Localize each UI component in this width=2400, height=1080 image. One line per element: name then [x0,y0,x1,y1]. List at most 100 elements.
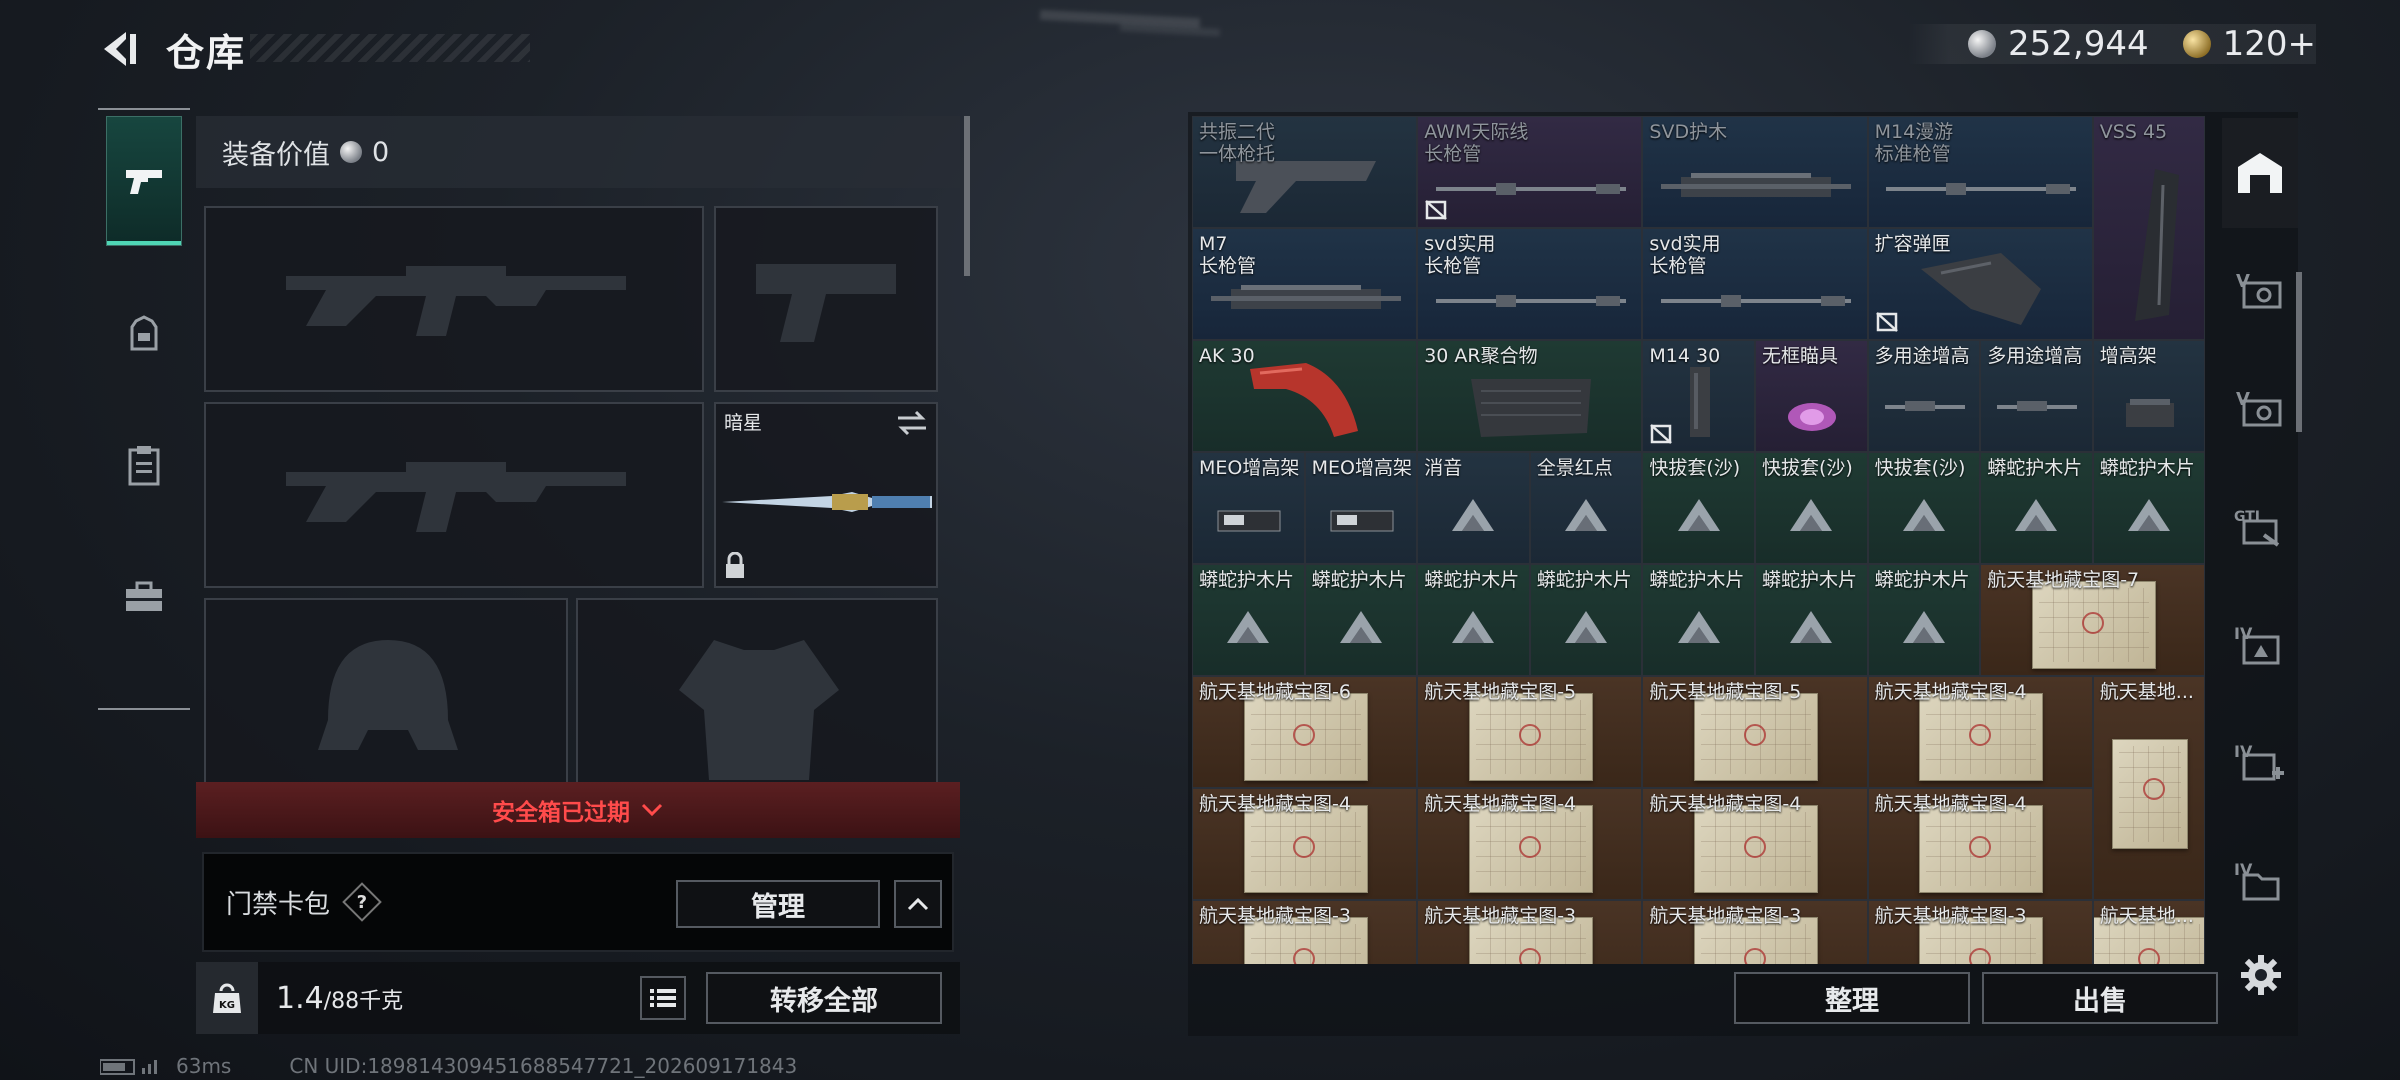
inventory-item[interactable]: 航天基地藏宝图-3 [1417,900,1643,964]
tab-expansion-gti[interactable]: GTI [2222,472,2298,582]
tab-expansion-4[interactable]: IV [2222,590,2298,700]
inventory-item[interactable]: MEO增高架 [1304,452,1418,564]
storage-iv-plus-icon: IV [2234,742,2284,781]
inventory-item[interactable]: 蟒蛇护木片 [1192,564,1305,676]
inventory-item[interactable]: M7 长枪管 [1192,228,1418,340]
inventory-item[interactable]: 30 AR聚合物 [1417,340,1643,452]
item-name: 蟒蛇护木片 [2099,457,2195,479]
placeholder-triangle-icon [1677,498,1720,531]
inventory-item[interactable]: 航天基地... [2092,900,2206,964]
item-name: 航天基地藏宝图-4 [1874,793,2027,815]
inventory-item[interactable]: 航天基地藏宝图-5 [1417,676,1643,788]
item-name: 增高架 [2099,345,2157,367]
inventory-item[interactable]: M14 30 [1642,340,1755,452]
placeholder-triangle-icon [1565,610,1608,643]
category-consumables[interactable] [106,400,182,530]
weight-icon: KG [196,962,258,1034]
transfer-all-button[interactable]: 转移全部 [706,972,942,1024]
inventory-item[interactable]: 多用途增高 [1867,340,1981,452]
inventory-item[interactable]: 航天基地藏宝图-6 [1192,676,1418,788]
manage-button[interactable]: 管理 [676,880,880,928]
inventory-item[interactable]: 航天基地藏宝图-7 [1980,564,2206,676]
inventory-item[interactable]: 航天基地... [2092,676,2206,900]
gold-amount[interactable]: 120+ [2223,24,2316,64]
tab-expansion-5b[interactable]: V [2222,354,2298,464]
inventory-item[interactable]: SVD护木 [1642,116,1868,228]
pistol-slot[interactable] [714,206,938,392]
inventory-item[interactable]: 蟒蛇护木片 [1867,564,1981,676]
inventory-item[interactable]: 航天基地藏宝图-4 [1417,788,1643,900]
inventory-item[interactable]: 多用途增高 [1980,340,2093,452]
inventory-item[interactable]: MEO增高架 [1192,452,1305,564]
inventory-item[interactable]: 消音 [1417,452,1530,564]
collapse-button[interactable] [894,880,942,928]
melee-slot[interactable]: 暗星 [714,402,938,588]
help-icon[interactable]: ? [342,882,382,922]
tab-expansion-4b[interactable]: IV [2222,708,2298,818]
no-sale-icon [1650,424,1673,444]
inventory-item[interactable]: 蟒蛇护木片 [1304,564,1418,676]
placeholder-triangle-icon [1790,498,1833,531]
svg-text:GTI: GTI [2234,509,2260,525]
helmet-slot[interactable] [204,598,568,788]
category-items[interactable] [106,532,182,662]
storage-iv-folder-icon: IV [2234,860,2280,901]
silver-amount: 252,944 [2008,24,2149,64]
riser-icon [1997,401,2078,411]
silver-coin-icon [340,141,362,163]
item-name: 蟒蛇护木片 [1649,569,1745,591]
back-button[interactable] [96,26,142,72]
tab-warehouse-main[interactable] [2222,118,2298,228]
item-name: M14漫游 标准枪管 [1874,121,1954,165]
category-armor[interactable] [106,268,182,398]
treasure-map-image [2112,739,2189,849]
equipment-scrollbar[interactable] [964,116,970,276]
inventory-item[interactable]: 蟒蛇护木片 [1755,564,1868,676]
item-name: 蟒蛇护木片 [1424,569,1520,591]
inventory-item[interactable]: 蟒蛇护木片 [1529,564,1643,676]
ping-value: 63ms [176,1054,232,1078]
inventory-item[interactable]: 蟒蛇护木片 [2092,452,2206,564]
swap-icon[interactable] [896,410,928,436]
inventory-item[interactable]: 航天基地藏宝图-4 [1642,788,1868,900]
equipment-value: 0 [372,136,390,168]
inventory-item[interactable]: 快拔套(沙) [1642,452,1755,564]
list-view-button[interactable] [640,976,686,1020]
inventory-item[interactable]: 航天基地藏宝图-4 [1192,788,1418,900]
inventory-item[interactable]: 蟒蛇护木片 [1417,564,1530,676]
category-weapons[interactable] [106,116,182,246]
inventory-item[interactable]: VSS 45 [2092,116,2206,340]
inventory-item[interactable]: 共振二代 一体枪托 [1192,116,1418,228]
inventory-item[interactable]: AK 30 [1192,340,1418,452]
tab-expansion-5[interactable]: V [2222,236,2298,346]
inventory-item[interactable]: AWM天际线 长枪管 [1417,116,1643,228]
inventory-item[interactable]: 航天基地藏宝图-3 [1192,900,1418,964]
inventory-item[interactable]: 航天基地藏宝图-4 [1867,676,2093,788]
settings-button[interactable] [2236,950,2286,1000]
inventory-item[interactable]: 航天基地藏宝图-3 [1642,900,1868,964]
inventory-item[interactable]: 蟒蛇护木片 [1642,564,1755,676]
sell-button[interactable]: 出售 [1982,972,2218,1024]
inventory-item[interactable]: 快拔套(沙) [1867,452,1981,564]
inventory-item[interactable]: 航天基地藏宝图-4 [1867,788,2093,900]
inventory-item[interactable]: svd实用 长枪管 [1642,228,1868,340]
inventory-item[interactable]: svd实用 长枪管 [1417,228,1643,340]
inventory-item[interactable]: M14漫游 标准枪管 [1867,116,2093,228]
inventory-item[interactable]: 扩容弹匣 [1867,228,2093,340]
inventory-item[interactable]: 快拔套(沙) [1755,452,1868,564]
inventory-item[interactable]: 增高架 [2092,340,2206,452]
lock-icon [726,552,744,578]
tab-expansion-4c[interactable]: IV [2222,826,2298,936]
tidy-button[interactable]: 整理 [1734,972,1970,1024]
safebox-expired-bar[interactable]: 安全箱已过期 [196,782,960,838]
inventory-item[interactable]: 全景红点 [1529,452,1643,564]
no-sale-icon [1875,312,1898,332]
inventory-item[interactable]: 无框瞄具 [1755,340,1868,452]
inventory-item[interactable]: 航天基地藏宝图-5 [1642,676,1868,788]
item-name: 航天基地藏宝图-4 [1649,793,1802,815]
armor-slot[interactable] [576,598,938,788]
inventory-item[interactable]: 航天基地藏宝图-3 [1867,900,2093,964]
inventory-item[interactable]: 蟒蛇护木片 [1980,452,2093,564]
primary-weapon-slot[interactable] [204,206,704,392]
secondary-weapon-slot[interactable] [204,402,704,588]
